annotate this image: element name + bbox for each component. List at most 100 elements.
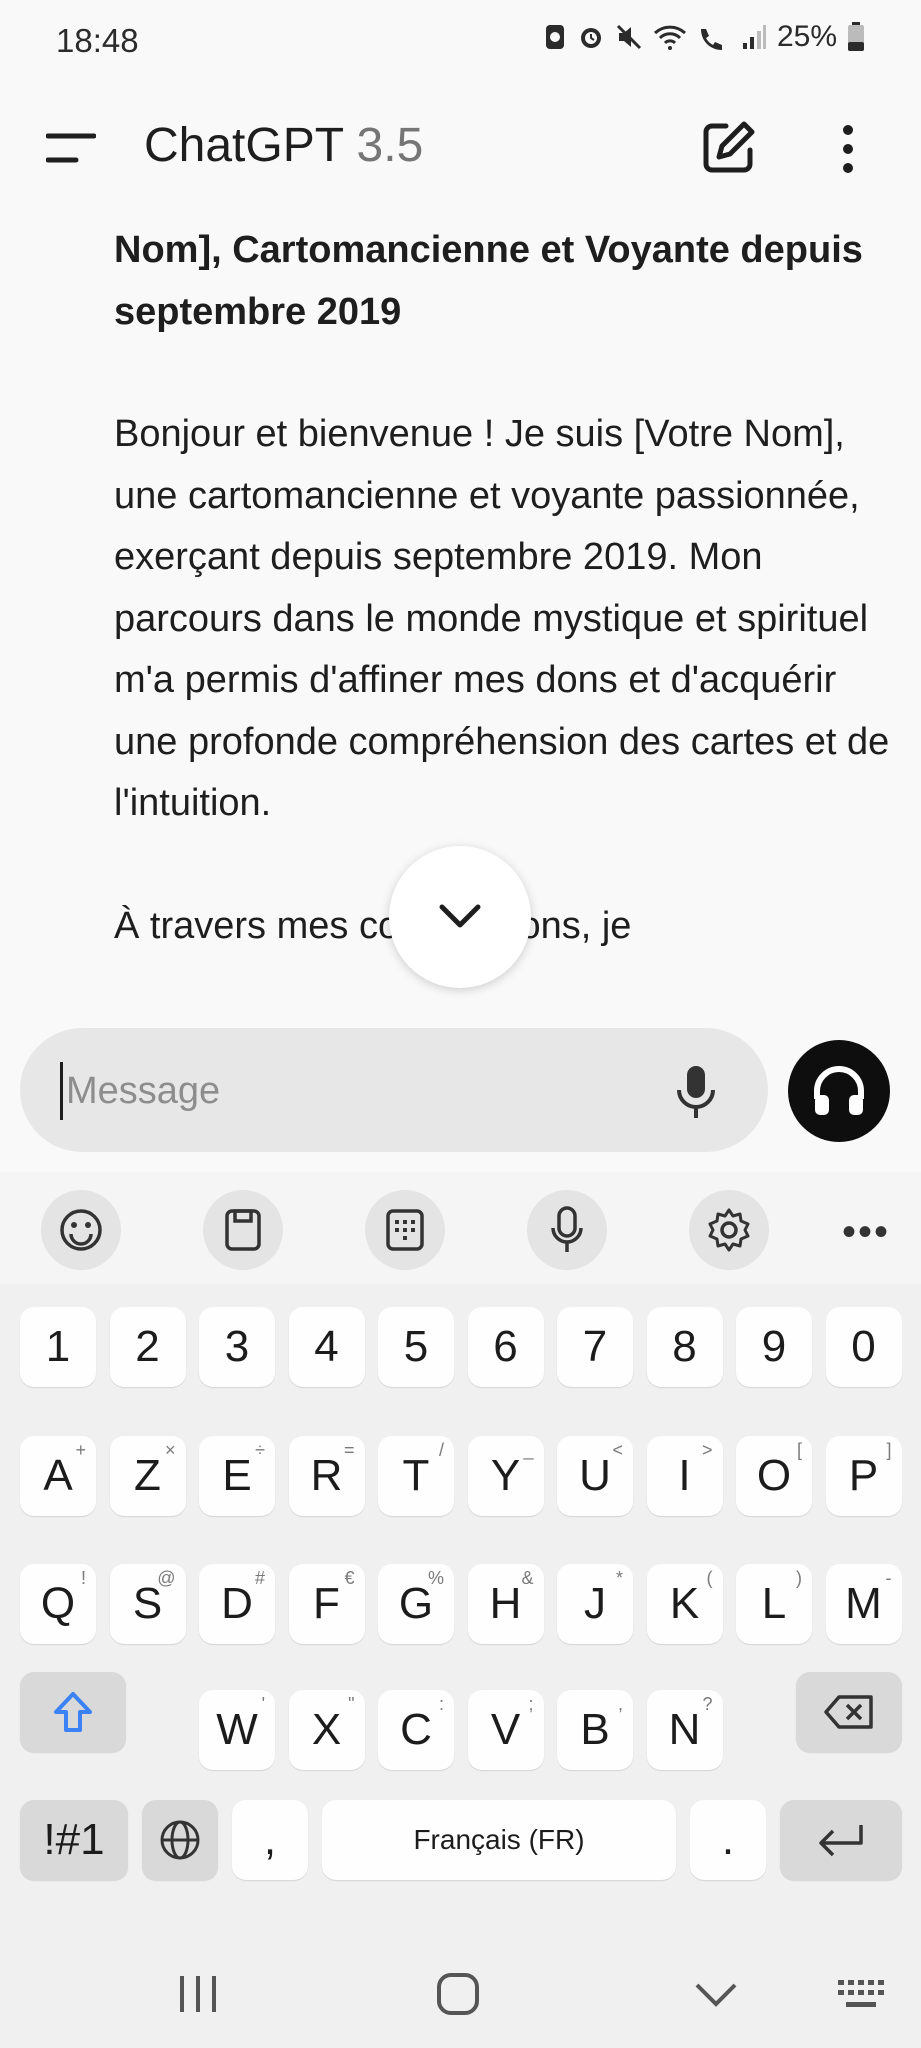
key-y[interactable]: Y _ xyxy=(467,1436,544,1516)
key-label: V xyxy=(490,1705,521,1754)
key-secondary-label: € xyxy=(344,1568,355,1588)
back-icon[interactable] xyxy=(694,1982,738,2008)
key-label: I xyxy=(678,1451,691,1500)
key-secondary-label: ; xyxy=(528,1694,534,1714)
key-o[interactable]: O[ xyxy=(736,1436,812,1516)
recents-icon[interactable] xyxy=(176,1974,220,2014)
voice-mode-button[interactable] xyxy=(788,1040,890,1142)
key-4[interactable]: 4 xyxy=(288,1307,365,1387)
key-9[interactable]: 9 xyxy=(736,1307,812,1387)
key-label: T xyxy=(402,1451,430,1500)
key-label: Q xyxy=(40,1579,76,1628)
more-icon[interactable]: ••• xyxy=(842,1210,890,1255)
key-0[interactable]: 0 xyxy=(825,1307,902,1387)
key-secondary-label: ? xyxy=(702,1694,713,1714)
comma-key[interactable]: , xyxy=(232,1800,308,1880)
enter-key[interactable] xyxy=(780,1800,902,1880)
settings-icon xyxy=(708,1208,750,1252)
more-vert-icon[interactable] xyxy=(834,124,862,174)
key-w[interactable]: W ' xyxy=(199,1690,275,1770)
key-label: 6 xyxy=(493,1322,518,1371)
keypad-button[interactable] xyxy=(365,1190,445,1270)
key-label: 4 xyxy=(314,1322,339,1371)
key-m[interactable]: M- xyxy=(825,1564,902,1644)
key-label: Y xyxy=(490,1451,521,1500)
key-secondary-label: / xyxy=(438,1440,444,1460)
scroll-down-button[interactable] xyxy=(389,846,531,988)
message-placeholder: Message xyxy=(66,1070,221,1112)
clipboard-button[interactable] xyxy=(203,1190,283,1270)
key-r[interactable]: R = xyxy=(288,1436,365,1516)
key-j[interactable]: J * xyxy=(557,1564,633,1644)
alarm-icon xyxy=(580,28,601,48)
backspace-key[interactable] xyxy=(796,1672,902,1752)
key-u[interactable]: U < xyxy=(557,1436,633,1516)
key-c[interactable]: C: xyxy=(378,1690,454,1770)
mute-icon xyxy=(616,24,642,50)
key-7[interactable]: 7 xyxy=(557,1307,633,1387)
new-chat-icon[interactable] xyxy=(700,120,756,176)
key-2[interactable]: 2 xyxy=(109,1307,186,1387)
menu-icon[interactable] xyxy=(46,130,96,166)
key-a[interactable]: A + xyxy=(20,1436,96,1516)
key-k[interactable]: K( xyxy=(646,1564,723,1644)
space-key[interactable]: Français (FR) xyxy=(322,1800,676,1880)
headphones-icon xyxy=(814,1066,864,1115)
mic-icon[interactable] xyxy=(674,1064,718,1120)
key-i[interactable]: I > xyxy=(646,1436,723,1516)
key-8[interactable]: 8 xyxy=(646,1307,723,1387)
globe-icon xyxy=(160,1820,200,1860)
voice-input-icon xyxy=(551,1206,583,1252)
key-x[interactable]: X " xyxy=(288,1690,365,1770)
language-key[interactable] xyxy=(142,1800,218,1880)
key-l[interactable]: L) xyxy=(736,1564,812,1644)
key-label: H xyxy=(489,1579,522,1628)
key-1[interactable]: 1 xyxy=(20,1307,96,1387)
page-title[interactable]: ChatGPT 3.5 xyxy=(144,118,423,173)
key-n[interactable]: N? xyxy=(646,1690,723,1770)
sim-icon xyxy=(545,25,564,49)
key-secondary-label: : xyxy=(438,1694,444,1714)
key-label: W xyxy=(216,1705,258,1754)
key-5[interactable]: 5 xyxy=(378,1307,454,1387)
backspace-icon xyxy=(824,1695,873,1729)
key-label: 0 xyxy=(851,1322,876,1371)
key-secondary-label: ] xyxy=(886,1440,892,1460)
key-z[interactable]: Z × xyxy=(109,1436,186,1516)
signal-icon xyxy=(742,25,766,49)
key-label: L xyxy=(761,1579,787,1628)
key-g[interactable]: G% xyxy=(378,1564,454,1644)
key-q[interactable]: Q! xyxy=(20,1564,96,1644)
key-v[interactable]: V; xyxy=(467,1690,544,1770)
key-label: . xyxy=(721,1815,735,1864)
key-b[interactable]: B, xyxy=(557,1690,633,1770)
key-3[interactable]: 3 xyxy=(199,1307,275,1387)
key-label: 5 xyxy=(403,1322,429,1371)
key-label: 7 xyxy=(582,1322,608,1371)
key-d[interactable]: D # xyxy=(199,1564,275,1644)
shift-key[interactable] xyxy=(20,1672,126,1752)
wifi-icon xyxy=(653,25,686,50)
key-s[interactable]: S @ xyxy=(109,1564,186,1644)
key-f[interactable]: F € xyxy=(288,1564,365,1644)
keyboard-toolbar xyxy=(0,1172,921,1284)
symbols-key[interactable]: !#1 xyxy=(20,1800,128,1880)
key-e[interactable]: E ÷ xyxy=(199,1436,275,1516)
message-input[interactable]: Message xyxy=(20,1028,768,1152)
key-h[interactable]: H & xyxy=(467,1564,544,1644)
settings-button[interactable] xyxy=(689,1190,769,1270)
keyboard-hide-icon[interactable] xyxy=(836,1978,886,2012)
emoji-button[interactable] xyxy=(41,1190,121,1270)
voice-input-button[interactable] xyxy=(527,1190,607,1270)
home-icon[interactable] xyxy=(436,1972,480,2016)
shift-icon xyxy=(54,1692,92,1732)
key-6[interactable]: 6 xyxy=(467,1307,544,1387)
key-t[interactable]: T / xyxy=(378,1436,454,1516)
key-p[interactable]: P] xyxy=(825,1436,902,1516)
message-paragraph: Bonjour et bienvenue ! Je suis [Votre No… xyxy=(114,413,890,824)
key-label: F xyxy=(313,1579,340,1628)
key-label: O xyxy=(756,1451,792,1500)
key-label: 8 xyxy=(672,1322,697,1371)
period-key[interactable]: . xyxy=(690,1800,766,1880)
key-label: 3 xyxy=(224,1322,250,1371)
